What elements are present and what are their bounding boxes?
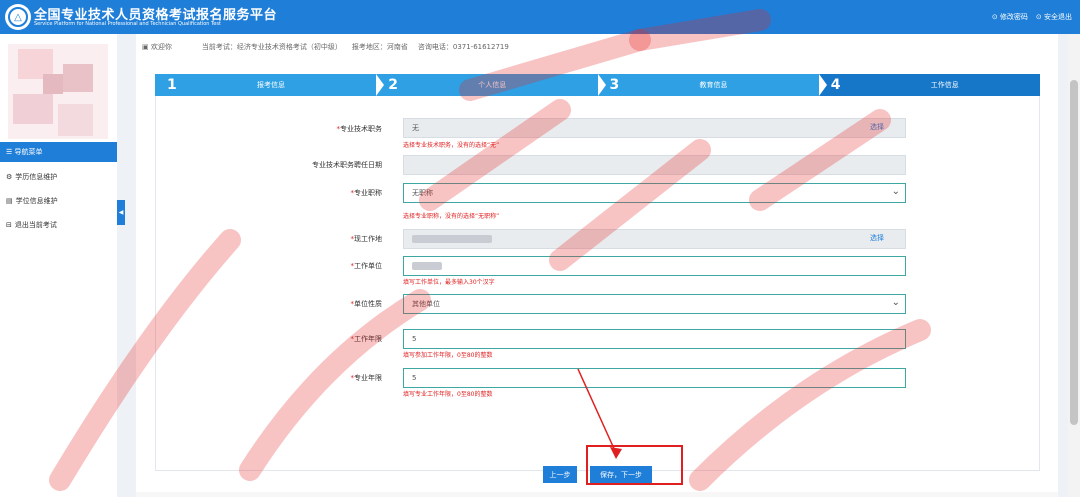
work-unit-label: *工作单位: [350, 262, 383, 270]
step-4-active: 4 工作信息: [818, 74, 1040, 96]
prof-years-label: *专业年限: [350, 374, 383, 382]
sidebar-collapse-button[interactable]: ◀: [117, 200, 125, 225]
current-exam: 当前考试：经济专业技术资格考试（初中级）: [201, 43, 342, 51]
work-unit-hint: 填写工作单位，最多输入30个汉字: [403, 279, 495, 286]
platform-title-en: Service Platform for National Profession…: [34, 21, 221, 27]
prof-title-pick-link[interactable]: 选择: [870, 122, 884, 132]
home-icon: ▣: [142, 43, 149, 51]
prof-years-input[interactable]: 5: [403, 368, 906, 388]
work-unit-input[interactable]: [403, 256, 906, 276]
sidebar-item-degree[interactable]: ▤ 学位信息维护: [6, 196, 58, 206]
chevron-left-icon: ◀: [118, 209, 124, 216]
prof-level-label: *专业职称: [350, 189, 383, 197]
exam-region: 报考地区：河南省: [351, 43, 408, 51]
sidebar-item-label: 学历信息维护: [15, 173, 58, 181]
document-icon: ▤: [6, 197, 13, 205]
platform-logo: △: [5, 4, 31, 30]
sidebar-item-label: 学位信息维护: [15, 197, 58, 205]
work-years-label: *工作年限: [350, 335, 383, 343]
work-years-hint: 填写参加工作年限，0至80的整数: [403, 352, 493, 359]
exit-icon: ⊟: [6, 221, 12, 229]
app-header: △ 全国专业技术人员资格考试报名服务平台 Service Platform fo…: [0, 0, 1080, 34]
unit-nature-label: *单位性质: [350, 300, 383, 308]
annotation-highlight-box: [586, 445, 683, 485]
sidebar-item-label: 退出当前考试: [14, 221, 57, 229]
info-bar: ▣ 欢迎你 当前考试：经济专业技术资格考试（初中级） 报考地区：河南省 咨询电话…: [142, 42, 509, 52]
step-3: 3 教育信息: [597, 74, 827, 96]
prof-title-label: *专业技术职务: [336, 125, 383, 133]
workplace-pick-link[interactable]: 选择: [870, 233, 884, 243]
prev-step-button[interactable]: 上一步: [543, 466, 577, 483]
prof-title-hint: 选择专业技术职务，没有的选择“无”: [403, 142, 500, 149]
work-info-form: *专业技术职务 无 选择专业技术职务，没有的选择“无” 选择 专业技术职务聘任日…: [155, 96, 1040, 471]
sidebar: ☰ 导航菜单 ⚙ 学历信息维护 ▤ 学位信息维护 ⊟ 退出当前考试: [0, 34, 117, 497]
step-progress: 1 报考信息 2 个人信息 3 教育信息 4 工作信息: [155, 74, 1040, 96]
appoint-date-field[interactable]: [403, 155, 906, 175]
avatar: [8, 44, 108, 139]
prof-level-select[interactable]: 无职称: [403, 183, 906, 203]
header-links: ⊙ 修改密码 ⊙ 安全退出: [992, 12, 1072, 22]
contact-phone: 咨询电话：0371-61612719: [417, 43, 509, 51]
footer-bar: [136, 492, 1058, 497]
prof-level-hint: 选择专业职称，没有的选择“无职称”: [403, 213, 500, 220]
step-2: 2 个人信息: [376, 74, 606, 96]
welcome-text: ▣ 欢迎你: [142, 43, 172, 51]
prof-years-hint: 填写专业工作年限，0至80的整数: [403, 391, 493, 398]
prof-title-field[interactable]: 无: [403, 118, 906, 138]
step-1: 1 报考信息: [155, 74, 385, 96]
main-panel: ▣ 欢迎你 当前考试：经济专业技术资格考试（初中级） 报考地区：河南省 咨询电话…: [136, 34, 1058, 494]
gear-icon: ⚙: [6, 173, 13, 181]
change-password-link[interactable]: ⊙ 修改密码: [992, 12, 1028, 22]
appoint-date-label: 专业技术职务聘任日期: [312, 161, 382, 169]
scrollbar-thumb[interactable]: [1070, 80, 1078, 425]
sidebar-item-exit-exam[interactable]: ⊟ 退出当前考试: [6, 220, 57, 230]
logout-link[interactable]: ⊙ 安全退出: [1036, 12, 1072, 22]
work-years-input[interactable]: 5: [403, 329, 906, 349]
unit-nature-select[interactable]: 其他单位: [403, 294, 906, 314]
workplace-field[interactable]: [403, 229, 906, 249]
workplace-label: *现工作地: [350, 235, 383, 243]
sidebar-item-education[interactable]: ⚙ 学历信息维护: [6, 172, 57, 182]
nav-menu-title: ☰ 导航菜单: [0, 142, 117, 162]
